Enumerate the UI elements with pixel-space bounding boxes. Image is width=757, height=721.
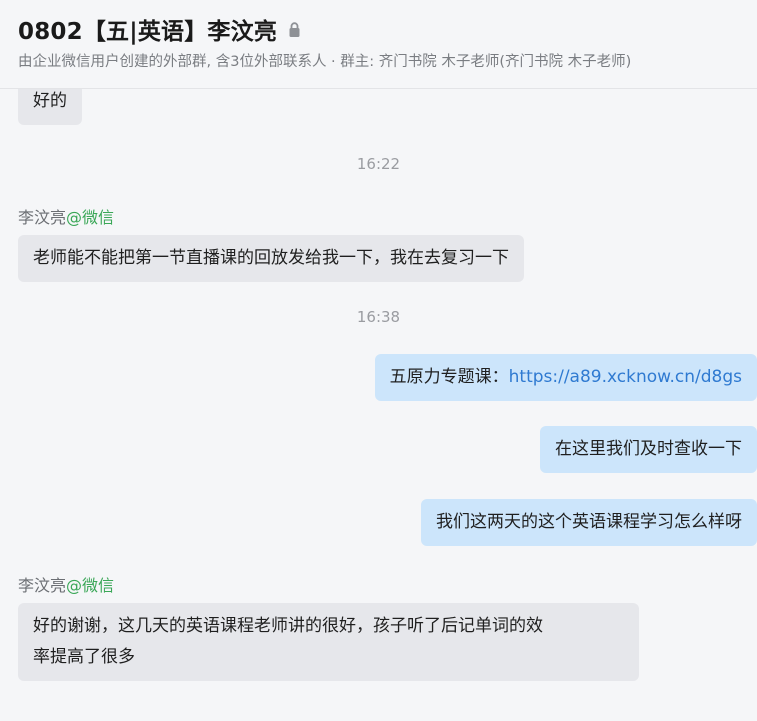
group-title[interactable]: 0802【五|英语】李汶亮: [18, 12, 277, 46]
group-subtitle: 由企业微信用户创建的外部群, 含3位外部联系人 · 群主: 齐门书院 木子老师(…: [18, 54, 632, 70]
message-bubble-outgoing[interactable]: 在这里我们及时查收一下: [540, 426, 757, 473]
message-list[interactable]: 好的 16:22 李汶亮@微信 老师能不能把第一节直播课的回放发给我一下，我在去…: [0, 89, 757, 721]
message-bubble-outgoing[interactable]: 我们这两天的这个英语课程学习怎么样呀: [421, 499, 757, 546]
sender-tag: @微信: [66, 576, 115, 595]
message-link[interactable]: https://a89.xcknow.cn/d8gs: [509, 367, 742, 387]
timestamp: 16:38: [356, 308, 401, 326]
message-text: 老师能不能把第一节直播课的回放发给我一下，我在去复习一下: [33, 248, 509, 268]
sender-tag: @微信: [66, 208, 115, 227]
message-bubble-incoming[interactable]: 好的: [18, 89, 82, 125]
chat-header: 0802【五|英语】李汶亮 由企业微信用户创建的外部群, 含3位外部联系人 · …: [0, 0, 757, 89]
sender-name: 李汶亮@微信: [18, 572, 114, 596]
message-text: 我们这两天的这个英语课程学习怎么样呀: [436, 512, 742, 532]
message-text: 在这里我们及时查收一下: [555, 439, 742, 459]
title-row: 0802【五|英语】李汶亮: [18, 12, 300, 46]
message-text: 好的: [33, 91, 67, 111]
sender-label: 李汶亮: [18, 576, 67, 595]
timestamp: 16:22: [356, 155, 401, 173]
message-bubble-outgoing[interactable]: 五原力专题课：https://a89.xcknow.cn/d8gs: [374, 354, 757, 401]
message-bubble-incoming[interactable]: 老师能不能把第一节直播课的回放发给我一下，我在去复习一下: [18, 235, 524, 282]
message-text-line: 好的谢谢，这几天的英语课程老师讲的很好，孩子听了后记单词的效: [33, 616, 543, 636]
sender-label: 李汶亮: [18, 208, 67, 227]
sender-name: 李汶亮@微信: [18, 204, 114, 228]
message-text: 五原力专题课：: [389, 367, 509, 387]
message-text-line: 率提高了很多: [33, 647, 135, 667]
lock-icon: [289, 22, 300, 37]
message-bubble-incoming[interactable]: 好的谢谢，这几天的英语课程老师讲的很好，孩子听了后记单词的效 率提高了很多: [18, 603, 639, 681]
